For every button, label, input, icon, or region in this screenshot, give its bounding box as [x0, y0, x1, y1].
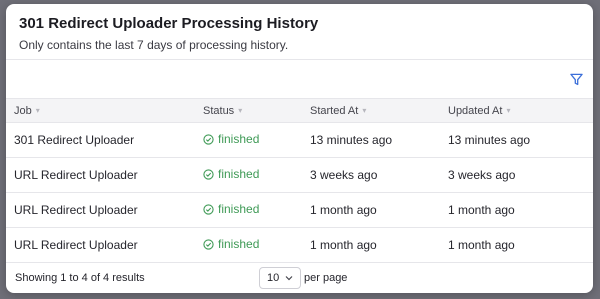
cell-status: finished [195, 228, 302, 263]
results-summary: Showing 1 to 4 of 4 results [15, 272, 145, 284]
cell-started-at: 1 month ago [310, 238, 377, 252]
modal-subtitle: Only contains the last 7 days of process… [19, 38, 289, 52]
check-circle-icon [203, 239, 214, 250]
pagination-footer: Showing 1 to 4 of 4 results 10 per page [6, 263, 593, 293]
history-table: Job ▾ Status ▾ Started At ▾ Updated At ▾ 301… [6, 98, 593, 263]
column-header-updated-at[interactable]: Updated At ▾ [440, 99, 593, 123]
cell-job: URL Redirect Uploader [14, 203, 138, 217]
per-page-select[interactable]: 10 [259, 267, 301, 289]
filter-button[interactable] [567, 70, 585, 88]
cell-updated-at: 1 month ago [448, 238, 515, 252]
per-page-value: 10 [267, 272, 280, 284]
cell-updated-at: 1 month ago [448, 203, 515, 217]
cell-started-at: 1 month ago [310, 203, 377, 217]
modal-title: 301 Redirect Uploader Processing History [19, 15, 319, 32]
table-row: URL Redirect Uploader finished 3 weeks a… [6, 158, 593, 193]
cell-started-at: 13 minutes ago [310, 133, 393, 147]
cell-job: URL Redirect Uploader [14, 238, 138, 252]
cell-status: finished [195, 193, 302, 228]
cell-status: finished [195, 158, 302, 193]
status-badge: finished [218, 132, 260, 147]
column-header-started-at[interactable]: Started At ▾ [302, 99, 440, 123]
column-header-job[interactable]: Job ▾ [6, 99, 195, 123]
processing-history-modal: 301 Redirect Uploader Processing History… [6, 4, 593, 293]
cell-started-at: 3 weeks ago [310, 168, 378, 182]
column-header-status[interactable]: Status ▾ [195, 99, 302, 123]
sort-arrow-icon: ▾ [362, 105, 367, 115]
chevron-down-icon [285, 276, 293, 281]
cell-updated-at: 3 weeks ago [448, 168, 516, 182]
modal-header: 301 Redirect Uploader Processing History… [6, 4, 593, 60]
cell-updated-at: 13 minutes ago [448, 133, 531, 147]
status-badge: finished [218, 167, 260, 182]
cell-job: URL Redirect Uploader [14, 168, 138, 182]
sort-arrow-icon: ▾ [506, 105, 511, 115]
cell-status: finished [195, 123, 302, 158]
check-circle-icon [203, 134, 214, 145]
cell-job: 301 Redirect Uploader [14, 133, 135, 147]
table-row: 301 Redirect Uploader finished 13 minute… [6, 123, 593, 158]
check-circle-icon [203, 204, 214, 215]
table-row: URL Redirect Uploader finished 1 month a… [6, 193, 593, 228]
table-header-row: Job ▾ Status ▾ Started At ▾ Updated At ▾ [6, 98, 593, 123]
status-badge: finished [218, 202, 260, 217]
check-circle-icon [203, 169, 214, 180]
filter-icon [569, 73, 583, 85]
sort-arrow-icon: ▾ [35, 105, 40, 115]
per-page-label: per page [304, 272, 348, 284]
table-row: URL Redirect Uploader finished 1 month a… [6, 228, 593, 263]
status-badge: finished [218, 237, 260, 252]
table-toolbar [6, 60, 593, 98]
sort-arrow-icon: ▾ [238, 105, 243, 115]
